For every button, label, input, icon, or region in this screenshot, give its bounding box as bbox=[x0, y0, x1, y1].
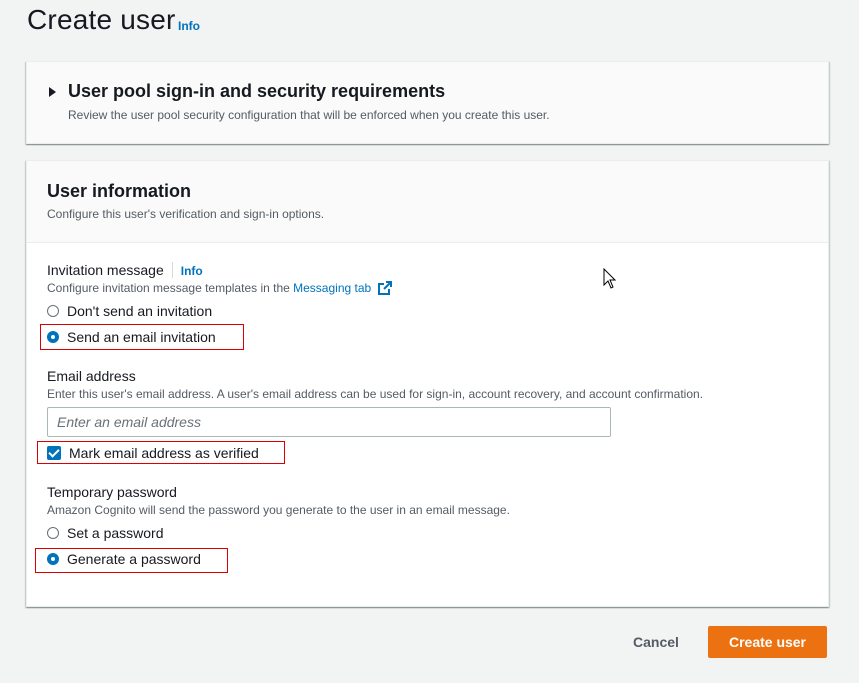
invitation-info-link[interactable]: Info bbox=[181, 264, 203, 278]
highlight-box-mark-verified bbox=[37, 441, 285, 464]
caret-right-icon[interactable] bbox=[49, 87, 56, 97]
highlight-box-generate-password bbox=[35, 548, 228, 573]
external-link-icon[interactable] bbox=[377, 281, 392, 295]
mouse-pointer-icon bbox=[603, 268, 617, 289]
messaging-tab-link[interactable]: Messaging tab bbox=[293, 281, 371, 295]
radio-dont-send-invitation[interactable]: Don't send an invitation bbox=[47, 301, 212, 321]
security-requirements-panel[interactable]: User pool sign-in and security requireme… bbox=[26, 61, 829, 144]
radio-label[interactable]: Don't send an invitation bbox=[67, 303, 212, 319]
email-address-description: Enter this user's email address. A user'… bbox=[47, 387, 704, 401]
user-information-title: User information bbox=[47, 181, 192, 201]
radio-set-password[interactable]: Set a password bbox=[47, 523, 164, 543]
email-address-label: Email address bbox=[47, 368, 136, 384]
divider bbox=[171, 262, 173, 278]
invitation-description: Configure invitation message templates i… bbox=[47, 281, 392, 295]
user-information-description: Configure this user's verification and s… bbox=[47, 207, 325, 221]
invitation-description-text: Configure invitation message templates i… bbox=[47, 281, 294, 295]
user-information-panel: User information Configure this user's v… bbox=[26, 160, 829, 607]
page-title: Create user bbox=[27, 4, 176, 35]
radio-label[interactable]: Set a password bbox=[67, 525, 164, 541]
security-section-description: Review the user pool security configurat… bbox=[68, 108, 550, 122]
highlight-box-send-invitation bbox=[40, 324, 244, 350]
radio-button[interactable] bbox=[47, 527, 59, 539]
invitation-label-text: Invitation message bbox=[47, 262, 164, 278]
radio-button[interactable] bbox=[47, 305, 59, 317]
temporary-password-label: Temporary password bbox=[47, 484, 177, 500]
invitation-message-label: Invitation message Info bbox=[47, 262, 203, 278]
security-section-title[interactable]: User pool sign-in and security requireme… bbox=[68, 81, 445, 102]
create-user-button[interactable]: Create user bbox=[708, 626, 827, 658]
page-info-link[interactable]: Info bbox=[178, 19, 200, 33]
email-input[interactable] bbox=[47, 407, 611, 437]
cancel-button[interactable]: Cancel bbox=[622, 626, 690, 658]
user-information-header: User information Configure this user's v… bbox=[27, 161, 828, 243]
temporary-password-description: Amazon Cognito will send the password yo… bbox=[47, 503, 510, 517]
